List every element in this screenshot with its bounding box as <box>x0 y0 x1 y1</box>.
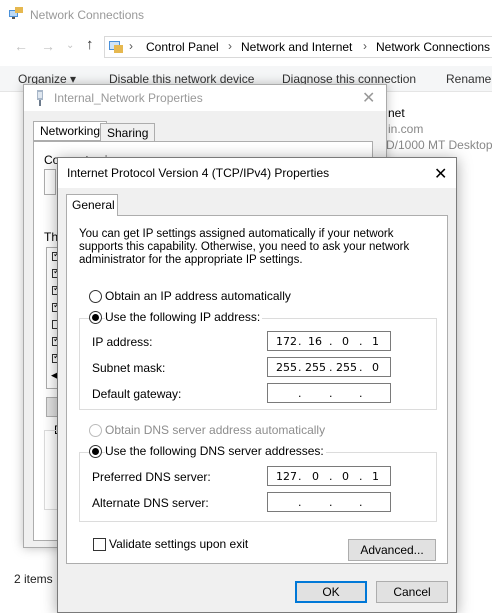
breadcrumb-network-connections[interactable]: Network Connections <box>376 40 490 54</box>
cancel-button[interactable]: Cancel <box>376 581 448 603</box>
ip-octet: 1 <box>372 335 379 348</box>
ip-dot: . <box>359 496 363 509</box>
description-group <box>44 430 58 510</box>
ip-address-field[interactable]: 172 . 16 . 0 . 1 <box>267 331 391 351</box>
general-tab-panel: You can get IP settings assigned automat… <box>66 215 448 564</box>
status-item-count: 2 items <box>14 572 53 586</box>
ip-address-label: IP address: <box>92 335 153 349</box>
ip-dot: . <box>329 387 333 400</box>
up-arrow-icon[interactable]: ↑ <box>86 36 94 53</box>
ipv4-properties-dialog: Internet Protocol Version 4 (TCP/IPv4) P… <box>57 157 457 613</box>
ip-octet: 172 <box>276 335 297 348</box>
dns-manual-radio[interactable] <box>89 445 102 458</box>
adapter-title-bar: Internal_Network Properties ✕ <box>24 85 386 111</box>
breadcrumb-control-panel[interactable]: Control Panel <box>146 40 219 54</box>
ip-dot: . <box>329 335 333 348</box>
adapter-domain-snippet: in.com <box>388 122 424 136</box>
tab-networking[interactable]: Networking <box>33 121 108 141</box>
ip-dot: . <box>298 387 302 400</box>
subnet-octet: 0 <box>372 361 379 374</box>
dns-auto-radio <box>89 424 102 437</box>
validate-label[interactable]: Validate settings upon exit <box>109 537 248 551</box>
validate-checkbox[interactable] <box>93 538 106 551</box>
ip-dot: . <box>298 335 302 348</box>
dialog-title-bar: Internet Protocol Version 4 (TCP/IPv4) P… <box>58 158 456 188</box>
default-gateway-field[interactable]: . . . <box>267 383 391 403</box>
control-panel-icon <box>109 40 123 54</box>
ip-octet: 16 <box>308 335 322 348</box>
subnet-octet: 255 <box>276 361 297 374</box>
subnet-octet: 255 <box>305 361 326 374</box>
dns-octet: 127 <box>276 470 297 483</box>
ip-dot: . <box>359 387 363 400</box>
adapter-device-snippet: D/1000 MT Desktop A <box>386 138 492 152</box>
subnet-mask-label: Subnet mask: <box>92 361 166 375</box>
close-icon[interactable]: ✕ <box>434 164 447 184</box>
dns-octet: 0 <box>342 470 349 483</box>
preferred-dns-field[interactable]: 127 . 0 . 0 . 1 <box>267 466 391 486</box>
adapter-device-box <box>44 169 56 195</box>
ip-dot: . <box>329 361 333 374</box>
ip-dot: . <box>359 470 363 483</box>
this-connection-uses-label: Th <box>44 230 59 244</box>
ip-auto-label[interactable]: Obtain an IP address automatically <box>105 289 291 303</box>
alternate-dns-label: Alternate DNS server: <box>92 496 209 510</box>
address-bar[interactable]: › Control Panel › Network and Internet ›… <box>104 36 492 58</box>
recent-locations-chevron-icon[interactable]: ⌄ <box>66 40 74 51</box>
breadcrumb-separator-icon: › <box>129 39 133 53</box>
intro-text: You can get IP settings assigned automat… <box>79 228 410 266</box>
dns-octet: 1 <box>372 470 379 483</box>
tab-sharing[interactable]: Sharing <box>100 123 156 143</box>
ip-dot: . <box>359 335 363 348</box>
adapter-name-snippet: net <box>388 106 405 120</box>
subnet-octet: 255 <box>336 361 357 374</box>
breadcrumb-separator-icon: › <box>363 39 367 53</box>
breadcrumb-separator-icon: › <box>228 39 232 53</box>
ip-manual-radio[interactable] <box>89 311 102 324</box>
advanced-button[interactable]: Advanced... <box>348 539 436 561</box>
dialog-title: Internet Protocol Version 4 (TCP/IPv4) P… <box>67 166 330 180</box>
dns-manual-label[interactable]: Use the following DNS server addresses: <box>105 444 326 458</box>
ip-dot: . <box>329 496 333 509</box>
ip-dot: . <box>298 496 302 509</box>
default-gateway-label: Default gateway: <box>92 387 182 401</box>
breadcrumb-network-and-internet[interactable]: Network and Internet <box>241 40 352 54</box>
forward-arrow-icon[interactable]: → <box>41 38 55 54</box>
ip-auto-radio[interactable] <box>89 290 102 303</box>
close-icon[interactable]: ✕ <box>362 88 375 108</box>
ip-octet: 0 <box>342 335 349 348</box>
rename-button[interactable]: Rename <box>446 72 491 86</box>
dns-octet: 0 <box>312 470 319 483</box>
ok-button[interactable]: OK <box>295 581 367 603</box>
network-adapter-icon <box>34 90 46 106</box>
ip-dot: . <box>298 361 302 374</box>
ip-dot: . <box>298 470 302 483</box>
tab-general[interactable]: General <box>66 194 118 216</box>
preferred-dns-label: Preferred DNS server: <box>92 470 211 484</box>
ip-manual-label[interactable]: Use the following IP address: <box>105 310 263 324</box>
back-arrow-icon[interactable]: ← <box>14 38 28 54</box>
explorer-title: Network Connections <box>30 8 145 22</box>
adapter-title: Internal_Network Properties <box>54 91 203 105</box>
ip-dot: . <box>359 361 363 374</box>
dns-auto-label: Obtain DNS server address automatically <box>105 423 326 437</box>
alternate-dns-field[interactable]: . . . <box>267 492 391 512</box>
explorer-title-bar: Network Connections <box>0 0 492 30</box>
ip-dot: . <box>329 470 333 483</box>
subnet-mask-field[interactable]: 255 . 255 . 255 . 0 <box>267 357 391 377</box>
network-folder-icon <box>9 7 23 20</box>
